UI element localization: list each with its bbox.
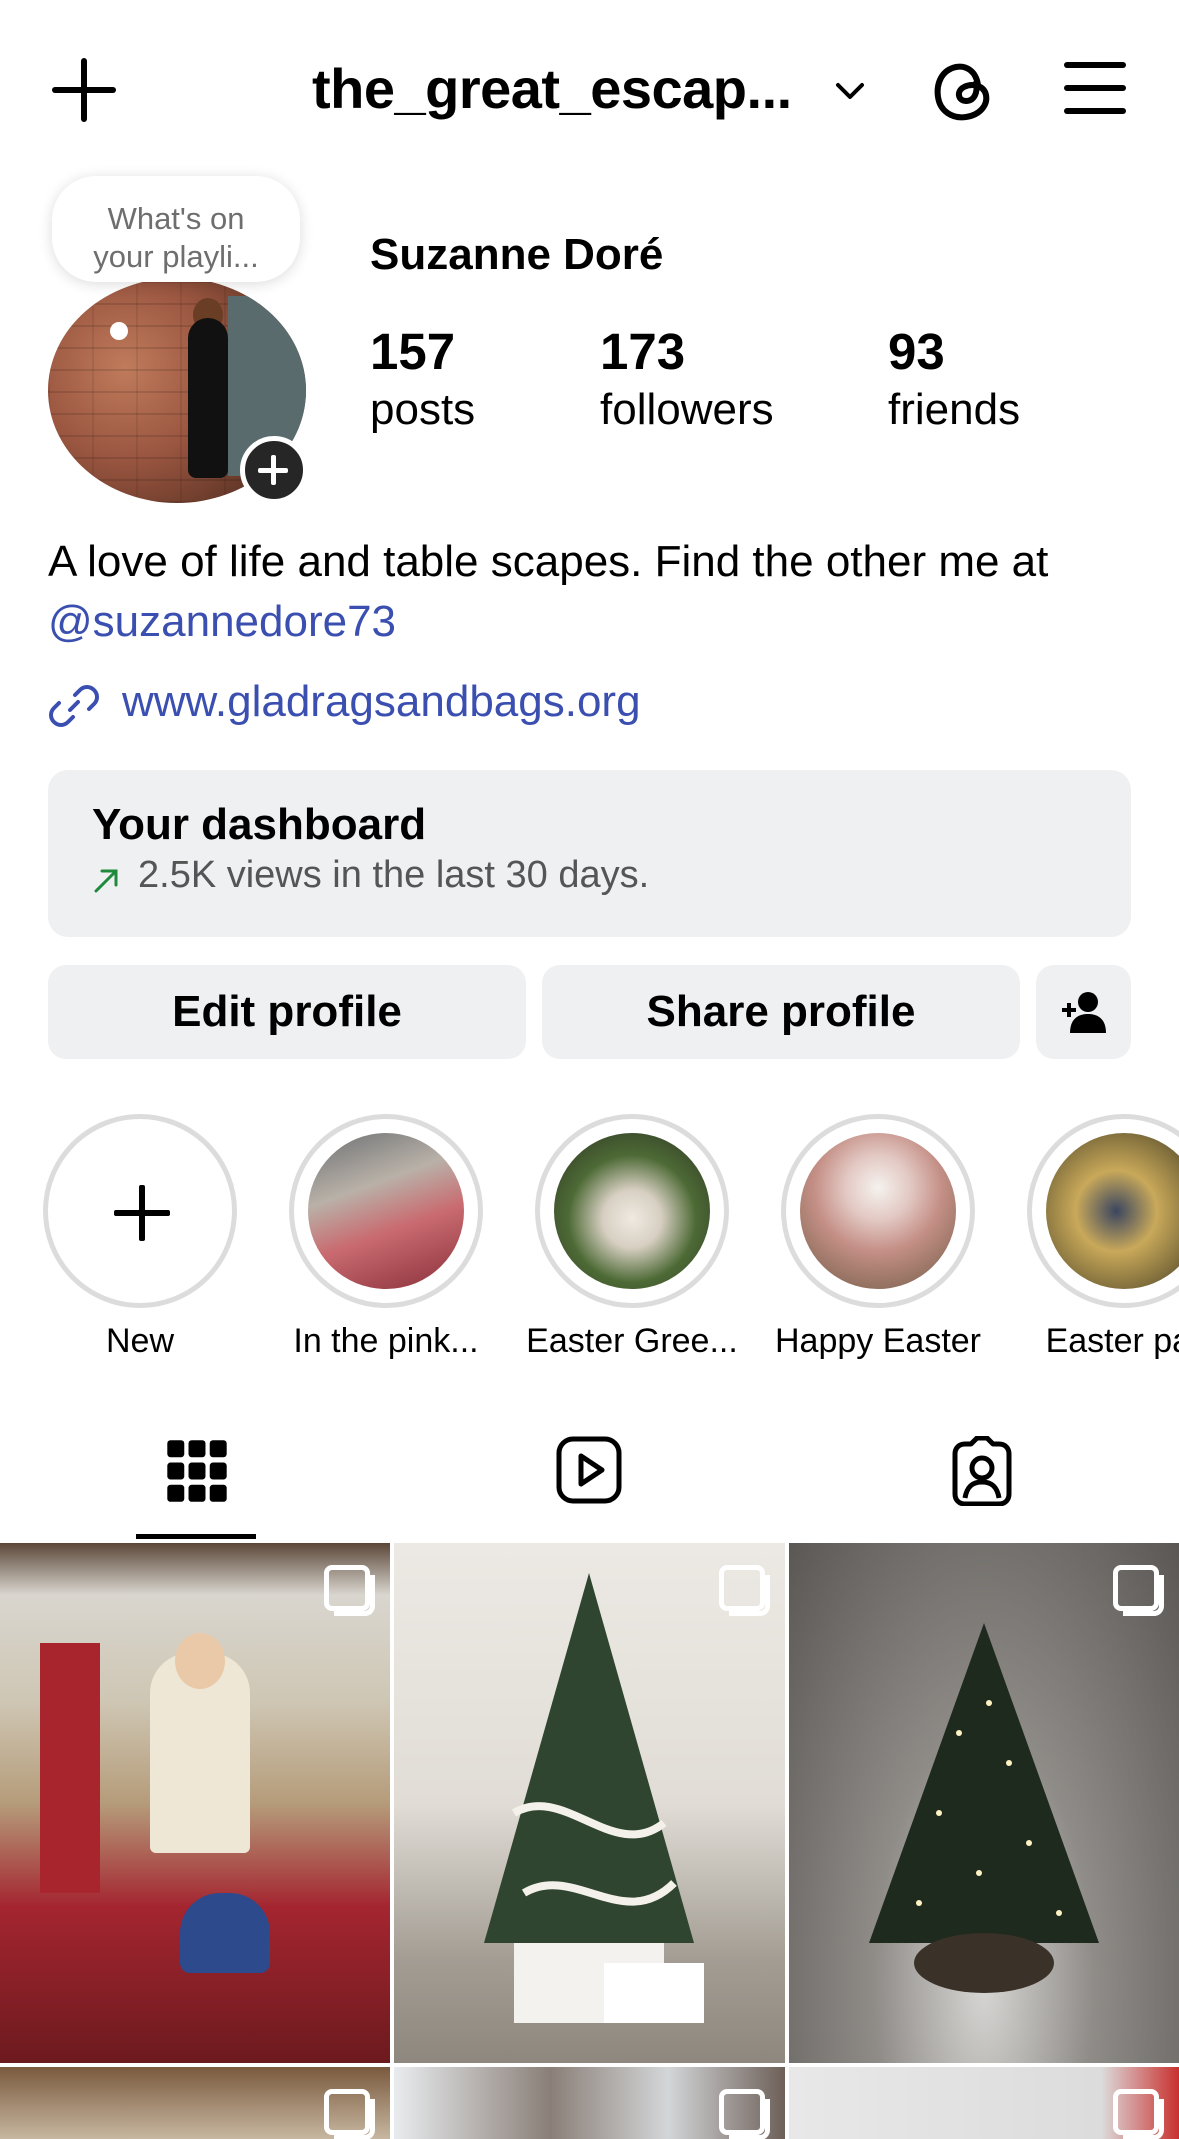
chevron-down-icon[interactable] <box>833 74 867 108</box>
trend-up-arrow-icon <box>94 869 118 893</box>
highlight-item[interactable]: Easter Gree... <box>526 1114 738 1361</box>
active-tab-indicator <box>136 1534 256 1539</box>
highlight-label: Easter Gree... <box>526 1322 738 1360</box>
friends-count: 93 <box>888 323 945 380</box>
posts-label: posts <box>370 385 476 434</box>
grid-icon[interactable] <box>164 1436 230 1506</box>
add-story-plus-icon[interactable] <box>240 436 308 504</box>
note-bubble[interactable]: What's on your playli... <box>52 176 300 282</box>
highlight-label: Happy Easter <box>775 1322 981 1360</box>
carousel-icon <box>719 1565 770 1616</box>
highlight-item[interactable]: Happy Easter <box>775 1114 981 1361</box>
post-tile[interactable] <box>789 1543 1179 2063</box>
share-profile-button[interactable]: Share profile <box>542 965 1020 1059</box>
threads-icon[interactable] <box>930 55 996 125</box>
tagged-icon[interactable] <box>949 1436 1015 1506</box>
bio-text: A love of life and table scapes. Find th… <box>48 537 1049 586</box>
followers-stat[interactable]: 173 followers <box>600 322 774 438</box>
highlight-cover-image <box>554 1133 710 1289</box>
note-line-1: What's on <box>107 201 245 236</box>
post-tile[interactable] <box>789 2067 1179 2139</box>
post-tile[interactable] <box>394 2067 785 2139</box>
bio: A love of life and table scapes. Find th… <box>48 532 1138 652</box>
add-person-icon <box>1062 992 1106 1033</box>
dashboard-views: 2.5K views in the last 30 days. <box>138 854 650 896</box>
discover-people-button[interactable] <box>1036 965 1131 1059</box>
create-plus-icon[interactable] <box>52 58 116 122</box>
edit-profile-button[interactable]: Edit profile <box>48 965 526 1059</box>
highlight-item[interactable]: Easter par <box>1027 1114 1179 1361</box>
carousel-icon <box>1113 2089 1164 2139</box>
menu-icon[interactable] <box>1064 62 1126 114</box>
bio-mention-link[interactable]: @suzannedore73 <box>48 597 396 646</box>
note-line-2: your playli... <box>93 239 259 274</box>
friends-label: friends <box>888 385 1021 434</box>
followers-count: 173 <box>600 323 686 380</box>
carousel-icon <box>719 2089 770 2139</box>
highlight-cover-image <box>308 1133 464 1289</box>
post-tile[interactable] <box>0 2067 390 2139</box>
top-bar: the_great_escap... <box>0 0 1179 170</box>
posts-count: 157 <box>370 323 456 380</box>
full-name: Suzanne Doré <box>370 230 664 279</box>
professional-dashboard[interactable]: Your dashboard 2.5K views in the last 30… <box>48 770 1131 937</box>
dashboard-title: Your dashboard <box>92 800 427 849</box>
highlight-label: New <box>105 1322 175 1360</box>
highlight-item[interactable]: In the pink... <box>289 1114 483 1361</box>
friends-stat[interactable]: 93 friends <box>888 322 1020 438</box>
reels-icon[interactable] <box>556 1436 622 1506</box>
carousel-icon <box>1113 1565 1164 1616</box>
posts-stat[interactable]: 157 posts <box>370 322 475 438</box>
username-switcher[interactable]: the_great_escap... <box>312 56 792 121</box>
website-link[interactable]: www.gladragsandbags.org <box>122 672 641 732</box>
link-icon <box>49 685 99 727</box>
note-bubble-tail <box>110 322 128 340</box>
highlight-label: Easter par <box>1045 1322 1179 1360</box>
post-tile[interactable] <box>0 1543 390 2063</box>
highlight-label: In the pink... <box>293 1322 479 1360</box>
post-tile[interactable] <box>394 1543 785 2063</box>
carousel-icon <box>324 2089 375 2139</box>
carousel-icon <box>324 1565 375 1616</box>
highlight-cover-image <box>800 1133 956 1289</box>
highlight-cover-image <box>1046 1133 1179 1289</box>
plus-icon <box>114 1185 170 1241</box>
highlight-new[interactable]: New <box>43 1114 237 1361</box>
followers-label: followers <box>600 385 774 434</box>
